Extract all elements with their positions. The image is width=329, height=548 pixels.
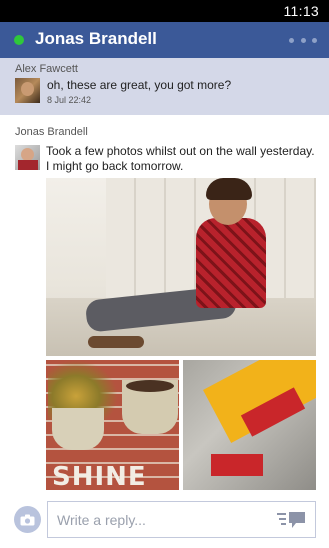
message-sender: Jonas Brandell xyxy=(15,126,88,138)
status-bar: 11:13 xyxy=(0,0,329,22)
message-item[interactable]: Alex Fawcett oh, these are great, you go… xyxy=(0,58,329,115)
conversation-header: Jonas Brandell xyxy=(0,22,329,58)
reply-input[interactable] xyxy=(48,502,268,537)
photo-caption-text: SHINE xyxy=(52,462,147,490)
conversation-title[interactable]: Jonas Brandell xyxy=(35,29,157,49)
camera-icon[interactable] xyxy=(14,506,41,533)
avatar[interactable] xyxy=(15,78,40,103)
message-timestamp: 8 Jul 22:42 xyxy=(47,95,92,105)
more-icon[interactable] xyxy=(285,31,321,49)
send-icon[interactable] xyxy=(277,511,307,529)
message-sender: Alex Fawcett xyxy=(15,63,78,75)
photo-painted-arrow[interactable] xyxy=(183,360,316,490)
photo-potted-plants[interactable]: SHINE xyxy=(46,360,179,490)
reply-box xyxy=(47,501,316,538)
online-dot-icon xyxy=(14,35,24,45)
message-text: Took a few photos whilst out on the wall… xyxy=(46,144,315,173)
message-text: oh, these are great, you got more? xyxy=(47,78,232,92)
status-time: 11:13 xyxy=(283,3,319,19)
avatar[interactable] xyxy=(15,145,40,170)
photo-person-wall[interactable] xyxy=(46,178,316,356)
